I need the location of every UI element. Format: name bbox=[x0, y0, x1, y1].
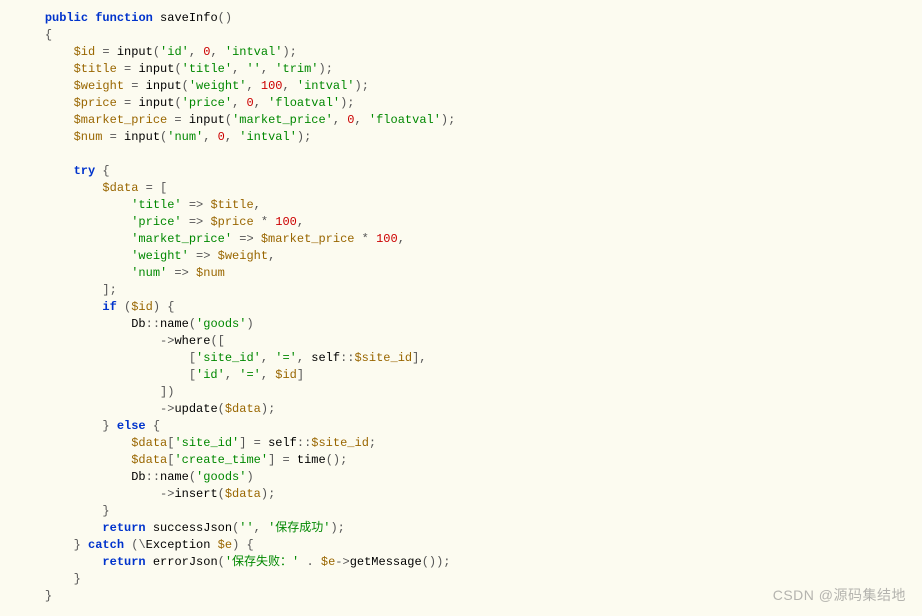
line: 'title' => $title, bbox=[16, 198, 261, 212]
line: } catch (\Exception $e) { bbox=[16, 538, 254, 552]
line: try { bbox=[16, 164, 110, 178]
line: $data['site_id'] = self::$site_id; bbox=[16, 436, 376, 450]
line: 'price' => $price * 100, bbox=[16, 215, 304, 229]
line: ['id', '=', $id] bbox=[16, 368, 304, 382]
line: $market_price = input('market_price', 0,… bbox=[16, 113, 455, 127]
line: 'num' => $num bbox=[16, 266, 225, 280]
line: } bbox=[16, 504, 110, 518]
line: ]) bbox=[16, 385, 174, 399]
line: if ($id) { bbox=[16, 300, 174, 314]
line: $weight = input('weight', 100, 'intval')… bbox=[16, 79, 369, 93]
line: 'market_price' => $market_price * 100, bbox=[16, 232, 405, 246]
line: $num = input('num', 0, 'intval'); bbox=[16, 130, 311, 144]
line: $price = input('price', 0, 'floatval'); bbox=[16, 96, 355, 110]
line: } bbox=[16, 572, 81, 586]
line: ->update($data); bbox=[16, 402, 275, 416]
line: $data['create_time'] = time(); bbox=[16, 453, 347, 467]
line: $id = input('id', 0, 'intval'); bbox=[16, 45, 297, 59]
line: Db::name('goods') bbox=[16, 317, 254, 331]
line: $title = input('title', '', 'trim'); bbox=[16, 62, 333, 76]
code-block: public function saveInfo() { $id = input… bbox=[16, 10, 906, 605]
line: ->insert($data); bbox=[16, 487, 275, 501]
line: return errorJson('保存失败：' . $e->getMessag… bbox=[16, 555, 451, 569]
line: 'weight' => $weight, bbox=[16, 249, 275, 263]
line: { bbox=[16, 28, 52, 42]
line: public function saveInfo() bbox=[16, 11, 232, 25]
line: Db::name('goods') bbox=[16, 470, 254, 484]
line: ->where([ bbox=[16, 334, 225, 348]
watermark: CSDN @源码集结地 bbox=[773, 587, 906, 604]
line: ]; bbox=[16, 283, 117, 297]
line: $data = [ bbox=[16, 181, 167, 195]
line: ['site_id', '=', self::$site_id], bbox=[16, 351, 427, 365]
line: } else { bbox=[16, 419, 160, 433]
line: } bbox=[16, 589, 52, 603]
line: return successJson('', '保存成功'); bbox=[16, 521, 345, 535]
